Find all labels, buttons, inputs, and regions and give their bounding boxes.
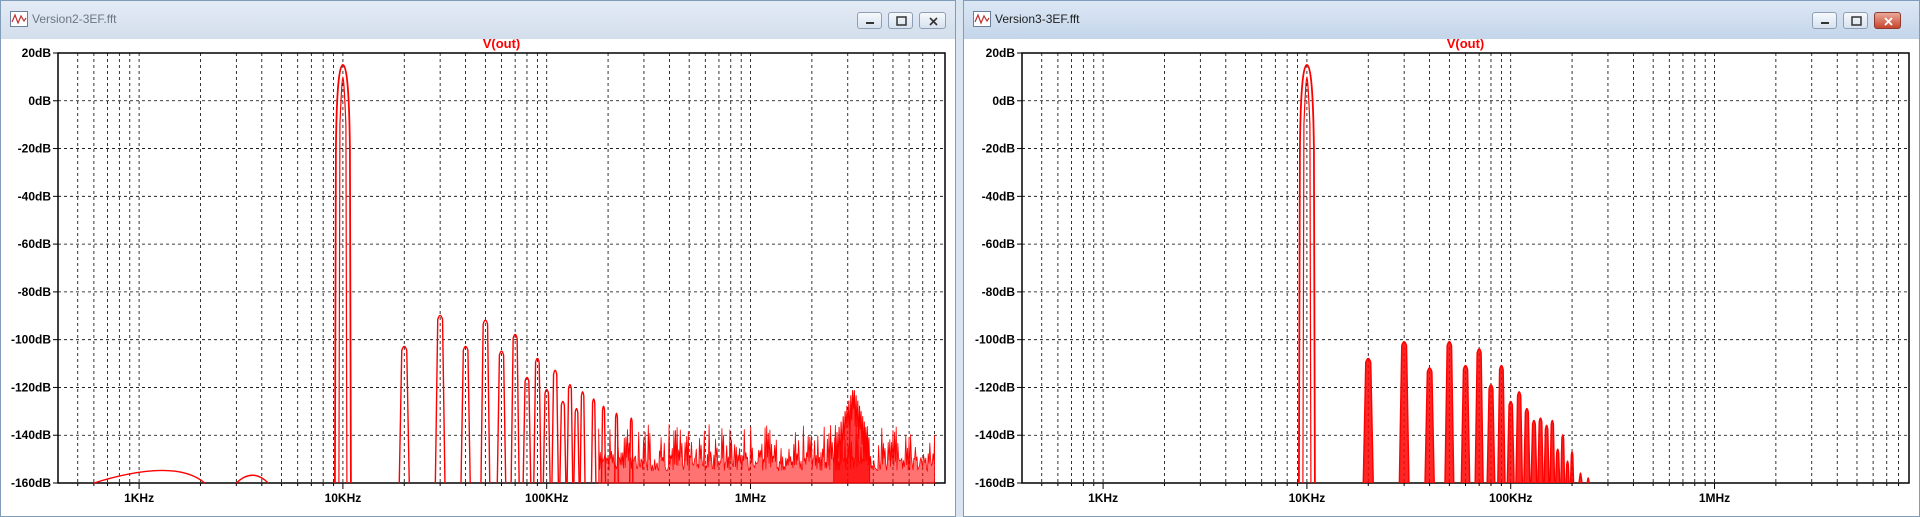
harmonic-peak <box>590 398 597 484</box>
y-tick-label: 20dB <box>986 46 1016 60</box>
window-title: Version2-3EF.fft <box>32 12 117 26</box>
spur-peak <box>833 390 871 484</box>
harmonic-peak <box>1560 434 1566 484</box>
harmonic-peak <box>1444 340 1455 484</box>
harmonic-peak <box>1543 424 1550 484</box>
harmonic-peak <box>551 369 560 484</box>
y-tick-label: 0dB <box>992 94 1015 108</box>
y-tick-label: -160dB <box>975 476 1015 490</box>
harmonic-peak <box>573 407 580 484</box>
y-tick-label: -20dB <box>982 142 1016 156</box>
harmonic-peak <box>1549 419 1556 484</box>
y-tick-label: -100dB <box>975 333 1015 347</box>
plot-frame <box>57 52 946 484</box>
x-tick-label: 10KHz <box>1289 491 1326 505</box>
minimize-button[interactable] <box>1812 12 1837 29</box>
close-button[interactable] <box>1874 12 1901 29</box>
restore-button[interactable] <box>1843 12 1868 29</box>
fft-plot[interactable]: V(out) 20dB 0dB -20dB -40dB -60dB -80dB -100dB -… <box>1 39 955 516</box>
y-tick-label: 0dB <box>28 94 51 108</box>
y-tick-label: -20dB <box>18 142 52 156</box>
window-title: Version3-3EF.fft <box>995 12 1080 26</box>
harmonic-peak <box>1586 477 1591 484</box>
noise-floor <box>598 424 935 484</box>
y-tick-label: -60dB <box>18 237 52 251</box>
low-frequency-bump <box>235 474 269 484</box>
low-frequency-bump <box>93 469 206 484</box>
minimize-button[interactable] <box>857 12 882 29</box>
trace-group <box>1298 64 1591 484</box>
plot-area[interactable]: V(out) 20dB 0dB -20dB -40dB -60dB -80dB -100dB -… <box>964 39 1919 516</box>
y-tick-label: -40dB <box>18 189 52 203</box>
harmonic-peak <box>1569 450 1575 484</box>
plot-area[interactable]: V(out) 20dB 0dB -20dB -40dB -60dB -80dB -100dB -… <box>1 39 955 516</box>
x-tick-label: 100KHz <box>1489 491 1532 505</box>
x-tick-label: 1KHz <box>1088 491 1118 505</box>
harmonic-peak <box>1362 357 1374 484</box>
y-tick-label: -40dB <box>982 189 1016 203</box>
y-tick-label: -100dB <box>11 333 51 347</box>
restore-icon <box>1851 16 1862 26</box>
x-tick-label: 1MHz <box>1699 491 1730 505</box>
harmonic-peak <box>1486 383 1496 484</box>
close-icon <box>1884 17 1893 26</box>
trace-group <box>93 64 935 484</box>
harmonic-peak <box>1523 407 1531 484</box>
harmonic-peak <box>579 391 586 484</box>
restore-icon <box>896 16 907 26</box>
waveform-app-icon <box>973 11 991 27</box>
title-bar[interactable]: Version3-3EF.fft <box>964 1 1919 40</box>
harmonic-peak <box>1537 417 1544 484</box>
harmonic-peak <box>1460 364 1471 484</box>
close-button[interactable] <box>919 12 946 29</box>
y-tick-label: -80dB <box>18 285 52 299</box>
x-tick-label: 1MHz <box>735 491 766 505</box>
window-gap <box>956 0 963 517</box>
x-tick-label: 1KHz <box>124 491 154 505</box>
fft-plot[interactable]: V(out) 20dB 0dB -20dB -40dB -60dB -80dB -100dB -… <box>964 39 1919 516</box>
harmonic-peak <box>1506 400 1515 484</box>
y-tick-label: 20dB <box>22 46 52 60</box>
harmonic-peak <box>1398 340 1410 484</box>
y-tick-label: -80dB <box>982 285 1016 299</box>
trace-name: V(out) <box>1447 39 1485 51</box>
harmonic-peak <box>1474 348 1484 484</box>
minimize-icon <box>1821 22 1829 24</box>
x-tick-label: 100KHz <box>525 491 568 505</box>
y-tick-label: -140dB <box>11 428 51 442</box>
y-tick-label: -120dB <box>975 380 1015 394</box>
title-bar[interactable]: Version2-3EF.fft <box>1 1 955 40</box>
waveform-app-icon <box>10 11 28 27</box>
y-tick-label: -160dB <box>11 476 51 490</box>
harmonic-peak <box>1530 419 1538 484</box>
y-tick-label: -60dB <box>982 237 1016 251</box>
harmonic-peak <box>1578 472 1583 484</box>
y-tick-label: -120dB <box>11 380 51 394</box>
close-icon <box>929 17 938 26</box>
harmonic-peak <box>566 383 574 484</box>
harmonic-peak <box>1554 448 1561 484</box>
x-tick-label: 10KHz <box>325 491 362 505</box>
harmonic-peak <box>1497 364 1506 484</box>
harmonic-peak <box>559 400 567 484</box>
harmonic-peak <box>1515 391 1524 484</box>
restore-button[interactable] <box>888 12 913 29</box>
y-tick-label: -140dB <box>975 428 1015 442</box>
harmonic-peak <box>1565 460 1570 484</box>
minimize-icon <box>866 22 874 24</box>
fft-window-version3[interactable]: Version3-3EF.fft V(out) 20dB 0dB -20dB -40dB… <box>963 0 1920 517</box>
fft-window-version2[interactable]: Version2-3EF.fft V(out) 20dB 0dB -20dB -40dB… <box>0 0 956 517</box>
harmonic-peak <box>1424 367 1435 484</box>
trace-name: V(out) <box>483 39 521 51</box>
